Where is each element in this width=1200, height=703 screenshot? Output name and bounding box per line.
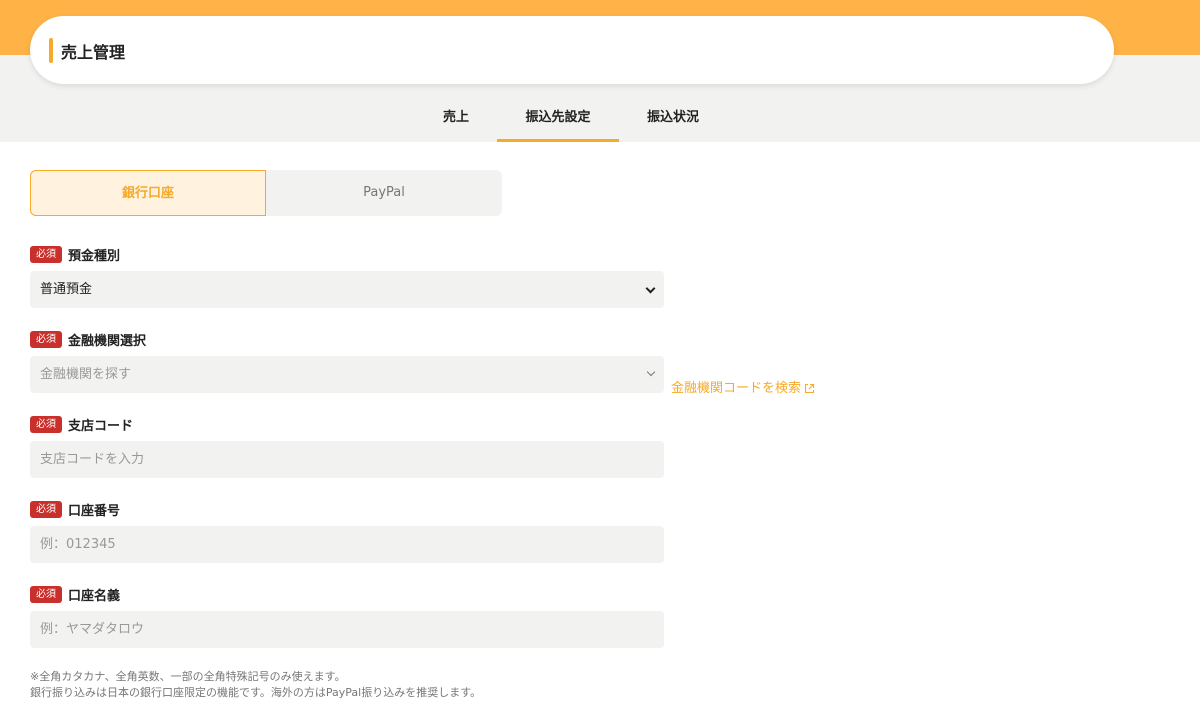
- required-badge: 必須: [30, 501, 62, 518]
- account-name-input[interactable]: 例：ヤマダタロウ: [30, 611, 664, 648]
- payment-method-toggle: 銀行口座 PayPal: [30, 170, 502, 216]
- bank-code-search-link[interactable]: 金融機関コードを検索: [671, 377, 815, 396]
- account-type-value: 普通預金: [40, 282, 93, 297]
- branch-code-label: 必須 支店コード: [30, 414, 133, 434]
- account-type-label: 必須 預金種別: [30, 244, 120, 264]
- tab-payout-settings[interactable]: 振込先設定: [497, 100, 619, 142]
- tab-sales[interactable]: 売上: [425, 100, 487, 142]
- account-name-label-text: 口座名義: [68, 589, 121, 604]
- account-number-label: 必須 口座番号: [30, 499, 120, 519]
- bank-code-search-text: 金融機関コードを検索: [671, 381, 802, 396]
- page-header: 売上管理: [30, 16, 1114, 84]
- bank-placeholder: 金融機関を探す: [40, 367, 132, 382]
- bank-account-option[interactable]: 銀行口座: [30, 170, 266, 216]
- account-type-label-text: 預金種別: [68, 249, 121, 264]
- bank-label-text: 金融機関選択: [68, 334, 147, 349]
- account-number-label-text: 口座番号: [68, 504, 121, 519]
- tab-payout-status[interactable]: 振込状況: [629, 100, 717, 142]
- page-title: 売上管理: [61, 43, 126, 62]
- paypal-option[interactable]: PayPal: [266, 170, 502, 216]
- required-badge: 必須: [30, 416, 62, 433]
- branch-code-label-text: 支店コード: [68, 419, 134, 434]
- title-accent-bar: [49, 38, 53, 63]
- katakana-note: ※全角カタカナ、全角英数、一部の全角特殊記号のみ使えます。: [30, 670, 346, 683]
- bank-search-select[interactable]: 金融機関を探す: [30, 356, 664, 393]
- external-link-icon: [804, 383, 815, 394]
- required-badge: 必須: [30, 246, 62, 263]
- chevron-down-icon: [646, 367, 656, 377]
- account-type-select[interactable]: 普通預金: [30, 271, 664, 308]
- branch-code-input[interactable]: 支店コードを入力: [30, 441, 664, 478]
- overseas-note: 銀行振り込みは日本の銀行口座限定の機能です。海外の方はPayPal振り込みを推奨…: [30, 686, 482, 699]
- required-badge: 必須: [30, 331, 62, 348]
- account-name-label: 必須 口座名義: [30, 584, 120, 604]
- required-badge: 必須: [30, 586, 62, 603]
- chevron-down-icon: [645, 283, 656, 294]
- bank-label: 必須 金融機関選択: [30, 329, 146, 349]
- account-number-input[interactable]: 例：012345: [30, 526, 664, 563]
- tab-bar: 売上 振込先設定 振込状況: [0, 100, 1200, 142]
